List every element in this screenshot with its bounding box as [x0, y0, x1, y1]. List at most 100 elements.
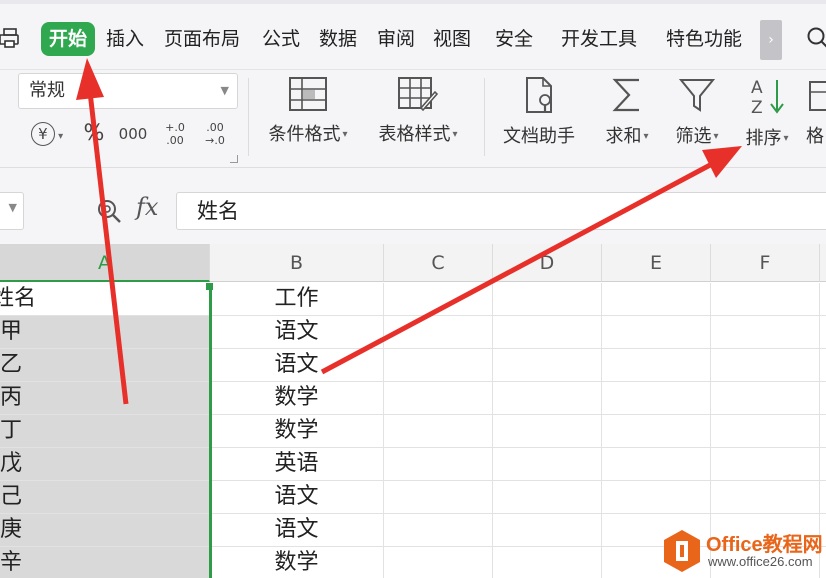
table-cell[interactable]	[602, 448, 711, 481]
conditional-format-icon	[289, 77, 327, 111]
menu-security[interactable]: 安全	[495, 22, 533, 56]
watermark-url: www.office26.com	[708, 554, 813, 569]
decrease-decimal-label: .00 →.0	[205, 121, 225, 147]
table-cell[interactable]	[493, 316, 602, 349]
print-icon[interactable]	[0, 27, 20, 49]
table-cell[interactable]: 语文	[210, 481, 384, 514]
title-strip	[0, 0, 826, 4]
table-cell[interactable]	[711, 415, 820, 448]
column-header-d[interactable]: D	[493, 244, 602, 282]
menu-page-layout[interactable]: 页面布局	[164, 22, 240, 56]
increase-decimal-button[interactable]: +.0 .00	[160, 120, 190, 148]
sum-button[interactable]: 求和 ▾	[596, 72, 658, 162]
menu-home[interactable]: 开始	[41, 22, 96, 56]
table-cell[interactable]	[384, 481, 493, 514]
group-launcher-icon[interactable]	[230, 155, 238, 163]
menu-formulas[interactable]: 公式	[262, 22, 300, 56]
column-header-e[interactable]: E	[602, 244, 711, 282]
fx-icon[interactable]: fx	[136, 193, 158, 221]
table-cell[interactable]	[493, 415, 602, 448]
format-label: 格	[806, 126, 824, 147]
table-cell[interactable]	[820, 448, 826, 481]
doc-helper-button[interactable]: 文档助手	[494, 72, 584, 162]
sigma-icon	[612, 78, 639, 112]
table-cell[interactable]	[711, 448, 820, 481]
formula-input[interactable]: 姓名	[176, 192, 826, 230]
table-style-button[interactable]: 表格样式 ▾	[368, 72, 468, 162]
menu-review[interactable]: 审阅	[377, 22, 415, 56]
table-cell[interactable]	[384, 316, 493, 349]
currency-icon: ¥	[30, 122, 55, 146]
search-icon[interactable]	[806, 26, 826, 50]
column-header-f[interactable]: F	[711, 244, 820, 282]
menu-data[interactable]: 数据	[319, 22, 357, 56]
menu-view[interactable]: 视图	[433, 22, 471, 56]
table-cell[interactable]: 语文	[210, 316, 384, 349]
table-cell[interactable]	[602, 415, 711, 448]
watermark: Office教程网 www.office26.com	[662, 528, 826, 576]
table-cell[interactable]	[711, 283, 820, 316]
ribbon-divider	[248, 78, 249, 156]
table-cell[interactable]	[384, 415, 493, 448]
table-cell[interactable]	[820, 382, 826, 415]
table-cell[interactable]	[711, 316, 820, 349]
table-cell[interactable]	[602, 481, 711, 514]
table-cell[interactable]	[711, 382, 820, 415]
table-cell[interactable]: 英语	[210, 448, 384, 481]
column-header-g[interactable]	[820, 244, 826, 282]
table-cell[interactable]	[493, 349, 602, 382]
table-cell[interactable]: 语文	[210, 349, 384, 382]
zoom-icon[interactable]	[96, 198, 122, 224]
menu-special-features[interactable]: 特色功能	[666, 22, 742, 56]
column-header-c[interactable]: C	[384, 244, 493, 282]
table-cell[interactable]	[493, 283, 602, 316]
conditional-format-button[interactable]: 条件格式 ▾	[258, 72, 358, 162]
table-style-icon	[398, 77, 439, 112]
table-cell[interactable]	[384, 283, 493, 316]
table-cell[interactable]	[493, 514, 602, 547]
percent-button[interactable]: %	[80, 120, 108, 148]
table-cell[interactable]	[384, 349, 493, 382]
table-cell[interactable]	[384, 382, 493, 415]
table-cell[interactable]	[384, 514, 493, 547]
table-cell[interactable]	[493, 448, 602, 481]
table-cell[interactable]	[820, 283, 826, 316]
table-cell[interactable]	[493, 481, 602, 514]
table-cell[interactable]	[820, 316, 826, 349]
format-button[interactable]: 格	[806, 72, 826, 162]
number-format-select[interactable]: 常规 ▼	[18, 73, 238, 109]
currency-button[interactable]: ¥ ▾	[24, 120, 70, 148]
table-cell[interactable]	[602, 316, 711, 349]
fill-handle[interactable]	[206, 283, 213, 290]
column-header-b[interactable]: B	[210, 244, 384, 282]
filter-button[interactable]: 筛选 ▾	[666, 72, 728, 162]
table-cell[interactable]	[602, 382, 711, 415]
table-cell[interactable]	[820, 481, 826, 514]
decrease-decimal-button[interactable]: .00 →.0	[200, 120, 230, 148]
table-cell[interactable]: 数学	[210, 382, 384, 415]
table-cell[interactable]	[384, 448, 493, 481]
table-cell[interactable]: 数学	[210, 415, 384, 448]
table-cell[interactable]	[384, 547, 493, 578]
table-cell[interactable]	[493, 382, 602, 415]
sort-az-icon: A Z	[751, 78, 784, 116]
table-cell[interactable]	[711, 349, 820, 382]
format-icon	[809, 81, 826, 111]
table-cell[interactable]	[820, 349, 826, 382]
thousands-button[interactable]: 000	[116, 120, 150, 148]
table-cell[interactable]	[602, 349, 711, 382]
table-cell[interactable]	[602, 283, 711, 316]
column-header-a[interactable]: A	[0, 244, 210, 282]
table-cell[interactable]	[820, 415, 826, 448]
chevron-down-icon: ▼	[220, 84, 229, 97]
sort-button[interactable]: A Z 排序 ▾	[736, 72, 798, 162]
table-cell[interactable]: 工作	[210, 283, 384, 316]
table-cell[interactable]	[493, 547, 602, 578]
menu-developer[interactable]: 开发工具	[561, 22, 637, 56]
table-cell[interactable]	[711, 481, 820, 514]
name-box[interactable]: ▼	[0, 192, 24, 230]
chevron-right-icon[interactable]: ›	[760, 20, 782, 60]
table-cell[interactable]: 语文	[210, 514, 384, 547]
menu-insert[interactable]: 插入	[106, 22, 144, 56]
table-cell[interactable]: 数学	[210, 547, 384, 578]
